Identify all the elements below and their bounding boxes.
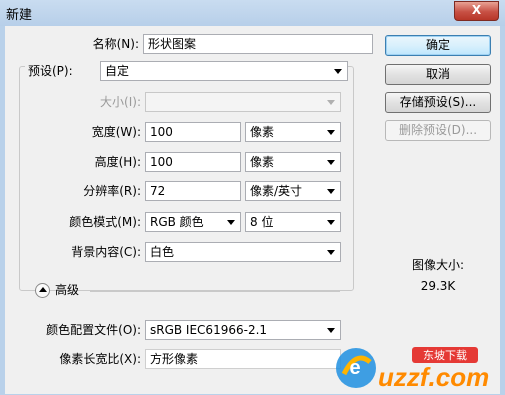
dropdown-arrow-icon — [334, 69, 342, 74]
ok-button[interactable]: 确定 — [385, 35, 491, 56]
height-label: 高度(H): — [94, 155, 141, 169]
dropdown-arrow-icon — [327, 189, 335, 194]
width-unit-value: 像素 — [250, 125, 275, 139]
preset-select[interactable]: 自定 — [100, 61, 348, 81]
svg-text:东坡下载: 东坡下载 — [423, 349, 467, 362]
advanced-divider — [90, 291, 340, 292]
close-icon: X — [471, 3, 482, 17]
window-title: 新建 — [6, 8, 33, 23]
height-input[interactable]: 100 — [145, 152, 241, 172]
width-unit-select[interactable]: 像素 — [245, 122, 341, 142]
resolution-unit-value: 像素/英寸 — [250, 184, 303, 198]
name-input[interactable]: 形状图案 — [143, 34, 373, 54]
width-label: 宽度(W): — [91, 125, 141, 139]
save-preset-button[interactable]: 存储预设(S)... — [385, 92, 491, 113]
bit-depth-value: 8 位 — [250, 215, 274, 229]
dropdown-arrow-icon — [327, 100, 335, 105]
color-mode-select[interactable]: RGB 颜色 — [145, 212, 241, 232]
height-unit-select[interactable]: 像素 — [245, 152, 341, 172]
height-unit-value: 像素 — [250, 155, 275, 169]
background-value: 白色 — [150, 245, 175, 259]
image-size-label: 图像大小: — [411, 258, 465, 272]
pixel-aspect-select[interactable]: 方形像素 — [145, 349, 341, 369]
color-mode-label: 颜色模式(M): — [69, 215, 141, 229]
dropdown-arrow-icon — [327, 160, 335, 165]
advanced-toggle-button[interactable] — [35, 283, 50, 298]
watermark-graphic: e 东坡下载 uzzf.com — [336, 347, 489, 392]
bit-depth-select[interactable]: 8 位 — [245, 212, 341, 232]
dialog-body: 名称(N): 形状图案 预设(P): 自定 大小(I): 宽度(W): 100 … — [5, 26, 500, 394]
color-profile-select[interactable]: sRGB IEC61966-2.1 — [145, 320, 341, 340]
svg-text:e: e — [349, 357, 360, 379]
preset-value: 自定 — [105, 64, 130, 78]
title-bar: 新建 X — [0, 0, 505, 26]
delete-preset-button: 删除预设(D)... — [385, 120, 491, 141]
image-size-value: 29.3K — [420, 279, 456, 293]
preset-label: 预设(P): — [25, 61, 103, 81]
dropdown-arrow-icon — [227, 220, 235, 225]
cancel-button[interactable]: 取消 — [385, 64, 491, 85]
size-select — [145, 92, 341, 112]
collapse-chevron-icon — [39, 287, 47, 292]
close-button[interactable]: X — [454, 1, 499, 21]
size-label: 大小(I): — [100, 95, 141, 109]
resolution-label: 分辨率(R): — [83, 184, 141, 198]
pixel-aspect-label: 像素长宽比(X): — [59, 352, 141, 366]
color-profile-value: sRGB IEC61966-2.1 — [150, 323, 268, 337]
background-select[interactable]: 白色 — [145, 242, 341, 262]
resolution-input[interactable]: 72 — [145, 181, 241, 201]
width-input[interactable]: 100 — [145, 122, 241, 142]
dropdown-arrow-icon — [327, 130, 335, 135]
pixel-aspect-value: 方形像素 — [150, 352, 199, 366]
resolution-unit-select[interactable]: 像素/英寸 — [245, 181, 341, 201]
name-label: 名称(N): — [92, 37, 139, 51]
dropdown-arrow-icon — [327, 220, 335, 225]
color-mode-value: RGB 颜色 — [150, 215, 204, 229]
dropdown-arrow-icon — [327, 250, 335, 255]
background-label: 背景内容(C): — [71, 245, 141, 259]
dropdown-arrow-icon — [327, 328, 335, 333]
advanced-label: 高级 — [55, 283, 80, 297]
color-profile-label: 颜色配置文件(O): — [46, 323, 141, 337]
svg-text:uzzf.com: uzzf.com — [378, 362, 489, 392]
site-watermark-logo: e 东坡下载 uzzf.com — [332, 344, 502, 392]
